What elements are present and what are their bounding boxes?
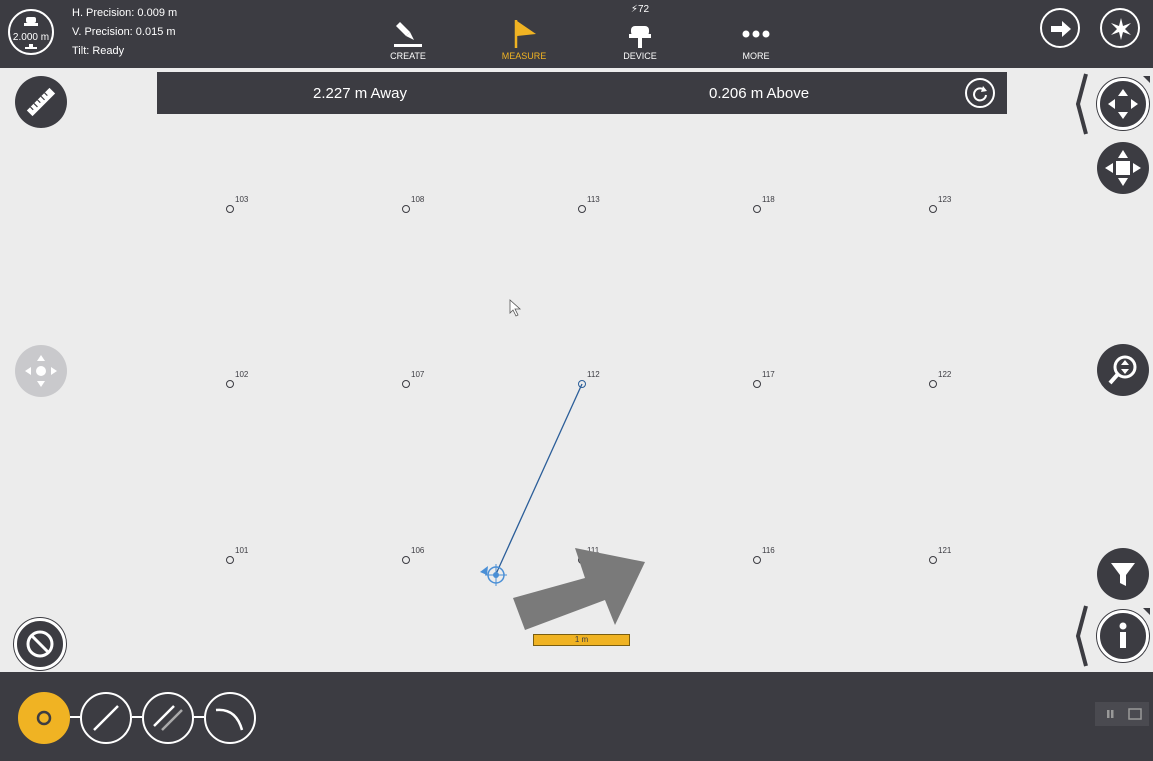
measure-offset-line-tool[interactable]: [142, 692, 194, 744]
measure-line-tool[interactable]: [80, 692, 132, 744]
tool-connector: [70, 716, 80, 718]
point-icon: [36, 710, 52, 726]
pause-pip-icon: [1107, 708, 1142, 720]
line-icon: [93, 705, 119, 731]
direction-arrow-icon: [513, 548, 645, 630]
current-position-icon: [480, 564, 507, 586]
picture-in-picture-controls[interactable]: [1095, 702, 1149, 726]
tool-connector: [132, 716, 142, 718]
mouse-cursor-icon: [509, 299, 522, 317]
offset-line-icon: [153, 705, 183, 731]
scale-bar: 1 m: [533, 634, 630, 646]
bottom-toolbar: [0, 672, 1153, 761]
measure-arc-tool[interactable]: [204, 692, 256, 744]
arc-icon: [215, 708, 244, 731]
measure-point-tool[interactable]: [18, 692, 70, 744]
stakeout-overlay: [480, 383, 583, 586]
scale-label: 1 m: [574, 635, 589, 644]
tool-connector: [194, 716, 204, 718]
